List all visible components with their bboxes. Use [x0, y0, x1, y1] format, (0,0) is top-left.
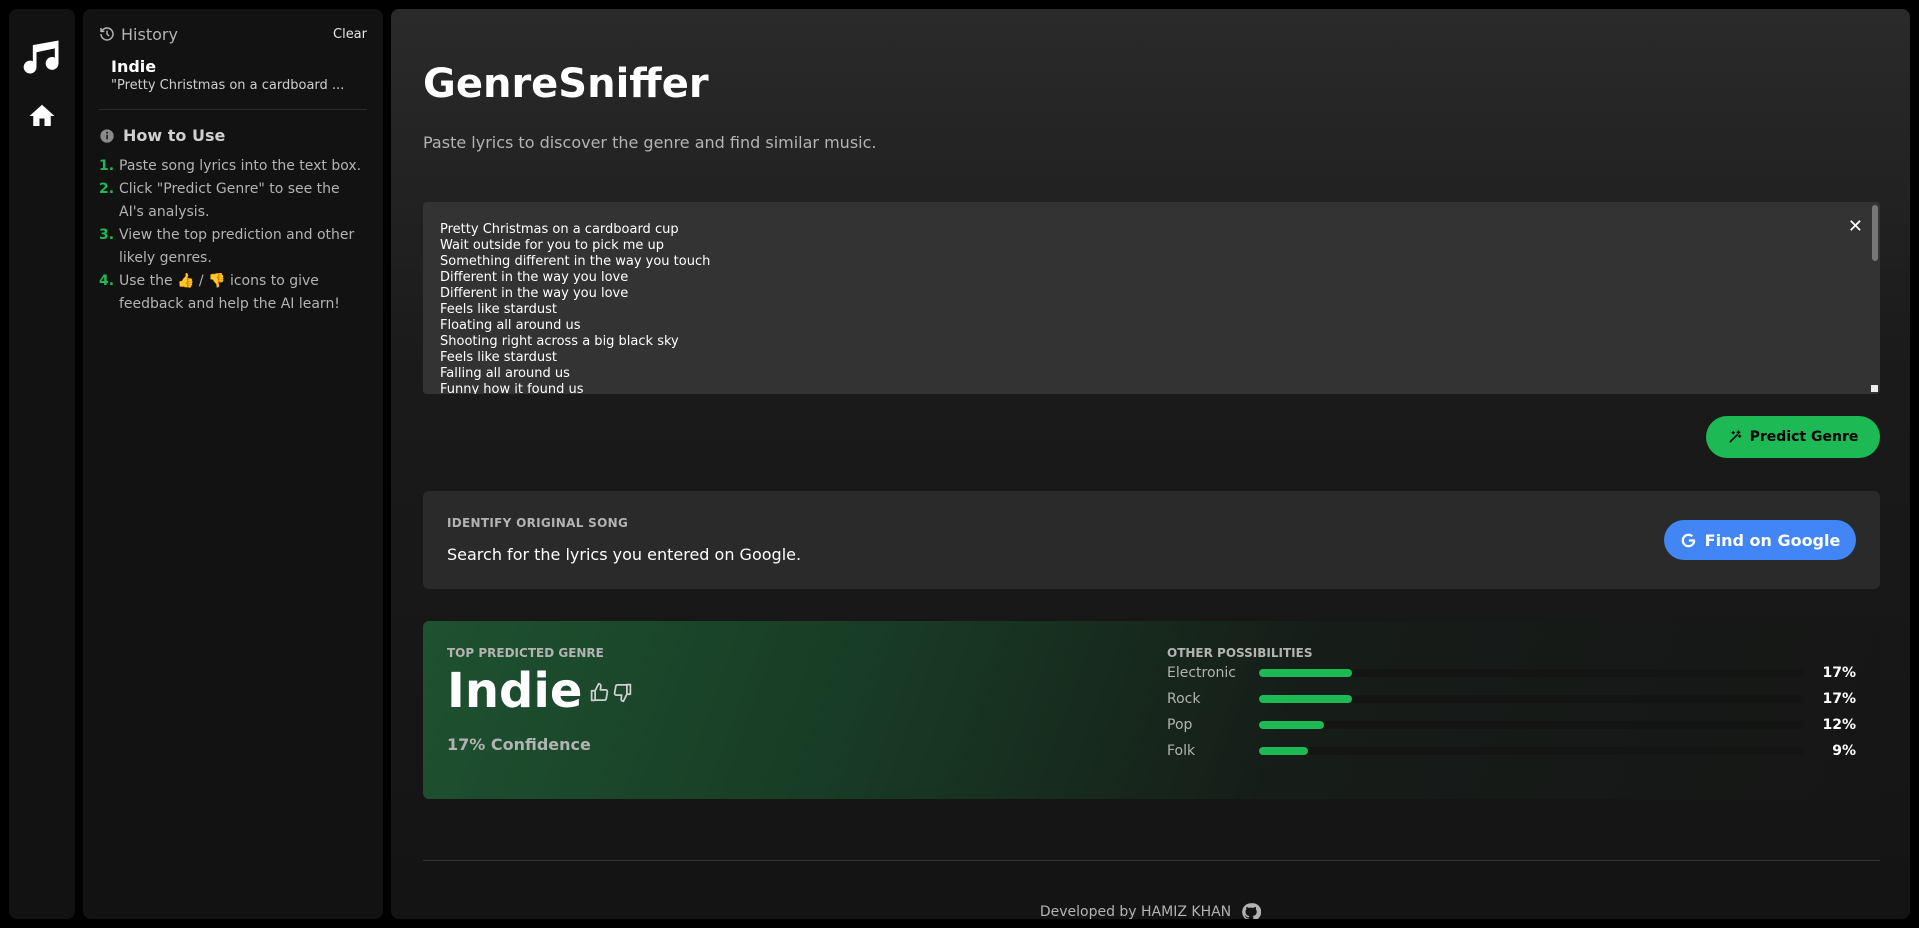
- top-genre: Indie: [447, 663, 583, 719]
- lyric-line: Something different in the way you touch: [440, 254, 711, 269]
- main-panel: GenreSniffer Paste lyrics to discover th…: [391, 9, 1910, 919]
- lyric-line: Different in the way you love: [440, 286, 629, 301]
- list-item: 1. Paste song lyrics into the text box.: [99, 158, 362, 174]
- clear-history-button[interactable]: Clear: [333, 27, 367, 42]
- genre-percent: 17%: [1822, 665, 1856, 681]
- genre-row: Electronic 17%: [1167, 660, 1857, 686]
- genre-row: Pop 12%: [1167, 712, 1857, 738]
- footer-divider: [423, 860, 1880, 861]
- home-icon[interactable]: [25, 99, 59, 133]
- magic-wand-icon: [1728, 430, 1742, 444]
- page-subtitle: Paste lyrics to discover the genre and f…: [423, 133, 877, 152]
- thumbs-up-icon[interactable]: [589, 682, 610, 703]
- lyrics-input[interactable]: Pretty Christmas on a cardboard cup Wait…: [423, 202, 1880, 394]
- list-item: 2. Click "Predict Genre" to see the AI's …: [99, 181, 340, 220]
- lyric-line: Wait outside for you to pick me up: [440, 238, 665, 253]
- lyric-line: Different in the way you love: [440, 270, 629, 285]
- confidence-bar-fill: [1259, 669, 1352, 677]
- thumbs-down-icon[interactable]: [612, 682, 633, 703]
- github-icon[interactable]: [1241, 902, 1262, 919]
- list-item: 3. View the top prediction and other like…: [99, 227, 355, 266]
- google-g-icon: [1680, 532, 1697, 549]
- clear-lyrics-icon[interactable]: ✕: [1848, 216, 1863, 237]
- list-item: 4. Use the 👍 / 👎 icons to give feedback a…: [99, 273, 340, 312]
- other-possibilities: OTHER POSSIBILITIES Electronic 17% Rock …: [1167, 646, 1857, 764]
- how-to-use-title: How to Use: [123, 126, 226, 145]
- resize-handle[interactable]: [1871, 385, 1878, 392]
- footer-credit: Developed by HAMIZ KHAN: [1039, 904, 1232, 919]
- sidebar-divider: [99, 109, 367, 110]
- history-title: History: [121, 24, 178, 44]
- confidence-text: 17% Confidence: [447, 735, 591, 754]
- lyric-line: Feels like stardust: [440, 302, 558, 317]
- info-icon: [99, 128, 115, 144]
- identify-label: IDENTIFY ORIGINAL SONG: [447, 516, 629, 530]
- confidence-bar: [1259, 695, 1804, 703]
- identify-song-card: IDENTIFY ORIGINAL SONG Search for the ly…: [423, 491, 1880, 589]
- confidence-bar: [1259, 747, 1804, 755]
- confidence-bar: [1259, 669, 1804, 677]
- feedback-buttons: [589, 682, 633, 703]
- lyric-line: Falling all around us: [440, 366, 570, 381]
- sidebar: History Clear Indie "Pretty Christmas on…: [83, 9, 383, 919]
- lyric-line: Floating all around us: [440, 318, 581, 333]
- scrollbar[interactable]: [1872, 205, 1878, 261]
- how-to-use-section: How to Use 1. Paste song lyrics into the …: [99, 126, 367, 316]
- genre-name: Folk: [1167, 743, 1196, 759]
- genre-name: Pop: [1167, 717, 1193, 733]
- history-header: History Clear: [99, 24, 367, 44]
- predict-genre-label: Predict Genre: [1749, 429, 1859, 445]
- footer: Developed by HAMIZ KHAN: [391, 902, 1910, 919]
- genre-name: Electronic: [1167, 665, 1237, 681]
- lyric-line: Pretty Christmas on a cardboard cup: [440, 222, 679, 237]
- confidence-bar-fill: [1259, 695, 1352, 703]
- identify-text: Search for the lyrics you entered on Goo…: [447, 545, 802, 564]
- confidence-bar-fill: [1259, 747, 1309, 755]
- find-on-google-label: Find on Google: [1704, 530, 1841, 550]
- find-on-google-button[interactable]: Find on Google: [1664, 520, 1856, 560]
- history-icon: [99, 26, 115, 42]
- history-item[interactable]: Indie "Pretty Christmas on a cardboard .…: [99, 57, 367, 93]
- genre-percent: 12%: [1822, 717, 1856, 733]
- confidence-bar: [1259, 721, 1804, 729]
- icon-rail: [9, 9, 75, 919]
- other-possibilities-label: OTHER POSSIBILITIES: [1167, 646, 1313, 660]
- history-item-genre: Indie: [111, 57, 157, 76]
- lyric-line: Funny how it found us: [440, 382, 584, 394]
- top-genre-label: TOP PREDICTED GENRE: [447, 646, 604, 660]
- page-title: GenreSniffer: [423, 61, 709, 107]
- predict-genre-button[interactable]: Predict Genre: [1706, 416, 1880, 458]
- prediction-result-card: TOP PREDICTED GENRE Indie 17% Confidence…: [423, 621, 1880, 799]
- genre-name: Rock: [1167, 691, 1201, 707]
- history-item-snippet: "Pretty Christmas on a cardboard ...: [111, 78, 345, 93]
- lyric-line: Feels like stardust: [440, 350, 558, 365]
- genre-row: Rock 17%: [1167, 686, 1857, 712]
- music-note-icon[interactable]: [18, 33, 66, 81]
- genre-percent: 17%: [1822, 691, 1856, 707]
- genre-percent: 9%: [1832, 743, 1856, 759]
- how-to-steps: 1. Paste song lyrics into the text box. 2…: [99, 155, 367, 316]
- genre-row: Folk 9%: [1167, 738, 1857, 764]
- lyric-line: Shooting right across a big black sky: [440, 334, 679, 349]
- confidence-bar-fill: [1259, 721, 1325, 729]
